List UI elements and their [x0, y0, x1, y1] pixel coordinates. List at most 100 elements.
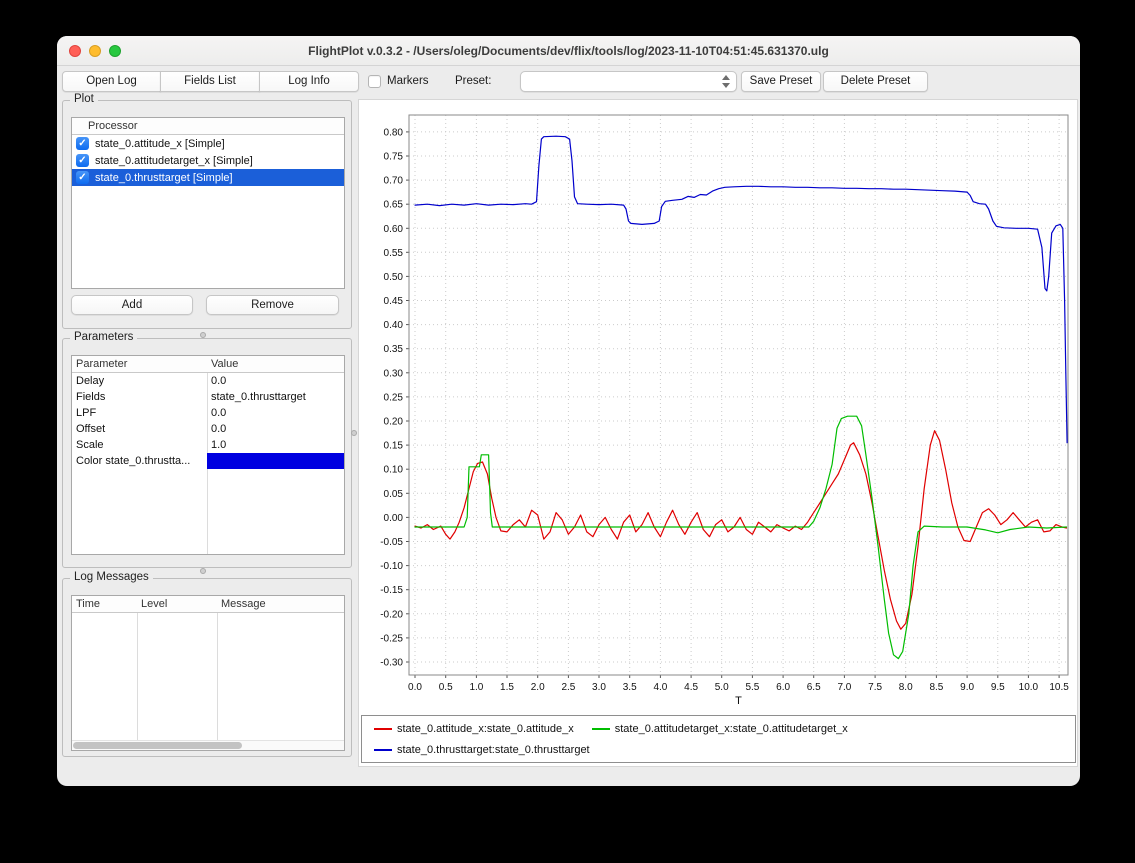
- minimize-window-button[interactable]: [89, 45, 101, 57]
- series-checkbox[interactable]: ✓: [76, 171, 89, 184]
- parameter-value: 1.0: [211, 437, 226, 453]
- save-preset-button[interactable]: Save Preset: [741, 71, 821, 92]
- svg-text:0.30: 0.30: [384, 368, 404, 379]
- parameter-row[interactable]: Scale 1.0: [72, 437, 344, 453]
- delete-preset-button[interactable]: Delete Preset: [823, 71, 928, 92]
- scrollbar-thumb[interactable]: [73, 742, 242, 749]
- parameter-value: 0.0: [211, 421, 226, 437]
- parameter-row[interactable]: Delay0.0: [72, 373, 344, 389]
- svg-text:0.75: 0.75: [384, 152, 404, 163]
- plot-series-row[interactable]: ✓ state_0.thrusttarget [Simple]: [72, 169, 344, 186]
- svg-text:7.0: 7.0: [837, 682, 851, 693]
- svg-text:-0.30: -0.30: [380, 658, 403, 669]
- splitpane-divider-handle[interactable]: [200, 332, 206, 338]
- log-info-button[interactable]: Log Info: [259, 71, 359, 92]
- processor-column-header: Processor: [88, 118, 138, 135]
- svg-text:0.15: 0.15: [384, 441, 404, 452]
- parameter-row[interactable]: Fieldsstate_0.thrusttarget: [72, 389, 344, 405]
- parameter-name: Scale: [76, 437, 104, 453]
- svg-text:T: T: [735, 695, 742, 707]
- svg-text:-0.20: -0.20: [380, 609, 403, 620]
- series-label: state_0.attitudetarget_x [Simple]: [95, 155, 253, 167]
- svg-text:0.5: 0.5: [439, 682, 453, 693]
- legend-label: state_0.attitude_x:state_0.attitude_x: [397, 723, 574, 735]
- title-bar[interactable]: FlightPlot v.0.3.2 - /Users/oleg/Documen…: [57, 36, 1080, 66]
- time-column-header: Time: [76, 596, 100, 613]
- splitpane-divider-handle[interactable]: [351, 430, 357, 436]
- plot-series-table[interactable]: Processor ✓state_0.attitude_x [Simple]✓s…: [71, 117, 345, 289]
- parameter-row[interactable]: LPF 0.0: [72, 405, 344, 421]
- svg-text:-0.25: -0.25: [380, 633, 403, 644]
- svg-text:0.25: 0.25: [384, 392, 404, 403]
- svg-text:0.10: 0.10: [384, 465, 404, 476]
- preset-combobox-value: [529, 72, 714, 91]
- svg-text:0.45: 0.45: [384, 296, 404, 307]
- svg-text:-0.10: -0.10: [380, 561, 403, 572]
- zoom-window-button[interactable]: [109, 45, 121, 57]
- log-table-header: Time Level Message: [72, 596, 344, 613]
- parameter-value: 0.0: [211, 405, 226, 421]
- message-column-header: Message: [221, 596, 266, 613]
- parameters-table-header: Parameter Value: [72, 356, 344, 373]
- parameter-name: Color state_0.thrustta...: [76, 453, 190, 469]
- window-title: FlightPlot v.0.3.2 - /Users/oleg/Documen…: [137, 36, 1000, 66]
- plot-table-header: Processor: [72, 118, 344, 135]
- svg-text:9.5: 9.5: [991, 682, 1005, 693]
- preset-label: Preset:: [455, 67, 491, 97]
- left-panel: Plot Processor ✓state_0.attitude_x [Simp…: [62, 100, 352, 757]
- svg-text:1.5: 1.5: [500, 682, 514, 693]
- plot-group: Plot Processor ✓state_0.attitude_x [Simp…: [62, 100, 352, 329]
- legend-line-sample: [374, 728, 392, 730]
- open-log-button[interactable]: Open Log: [62, 71, 161, 92]
- parameter-name: Delay: [76, 373, 104, 389]
- splitpane-divider-handle[interactable]: [200, 568, 206, 574]
- svg-text:0.50: 0.50: [384, 272, 404, 283]
- svg-text:1.0: 1.0: [469, 682, 483, 693]
- horizontal-scrollbar[interactable]: [72, 740, 344, 750]
- parameters-table[interactable]: Parameter Value Delay0.0Fieldsstate_0.th…: [71, 355, 345, 555]
- legend-line-sample: [374, 749, 392, 751]
- legend-line-sample: [592, 728, 610, 730]
- svg-text:-0.05: -0.05: [380, 537, 403, 548]
- svg-text:8.5: 8.5: [929, 682, 943, 693]
- svg-text:3.0: 3.0: [592, 682, 606, 693]
- legend-item: state_0.attitudetarget_x:state_0.attitud…: [592, 719, 848, 738]
- parameter-row[interactable]: Color state_0.thrustta...: [72, 453, 344, 469]
- svg-text:0.70: 0.70: [384, 176, 404, 187]
- close-window-button[interactable]: [69, 45, 81, 57]
- svg-text:0.00: 0.00: [384, 513, 404, 524]
- plot-series-row[interactable]: ✓ state_0.attitudetarget_x [Simple]: [72, 152, 344, 169]
- svg-text:5.5: 5.5: [745, 682, 759, 693]
- svg-text:8.0: 8.0: [899, 682, 913, 693]
- parameter-column-header: Parameter: [76, 356, 127, 373]
- series-checkbox[interactable]: ✓: [76, 154, 89, 167]
- parameter-name: LPF: [76, 405, 96, 421]
- parameters-group-title: Parameters: [70, 331, 137, 343]
- series-checkbox[interactable]: ✓: [76, 137, 89, 150]
- combobox-stepper-icon: [721, 75, 731, 88]
- markers-checkbox[interactable]: [368, 75, 381, 88]
- plot-series-row[interactable]: ✓state_0.attitude_x [Simple]: [72, 135, 344, 152]
- column-divider: [137, 596, 138, 750]
- chart-svg[interactable]: 0.800.750.700.650.600.550.500.450.400.35…: [361, 103, 1077, 709]
- svg-text:9.0: 9.0: [960, 682, 974, 693]
- preset-combobox[interactable]: [520, 71, 737, 92]
- parameter-value: state_0.thrusttarget: [211, 389, 306, 405]
- series-label: state_0.thrusttarget [Simple]: [95, 172, 233, 184]
- svg-text:0.80: 0.80: [384, 127, 404, 138]
- plot-group-title: Plot: [70, 93, 98, 105]
- remove-button[interactable]: Remove: [206, 295, 339, 315]
- fields-list-button[interactable]: Fields List: [160, 71, 260, 92]
- parameter-row[interactable]: Offset0.0: [72, 421, 344, 437]
- log-messages-table[interactable]: Time Level Message: [71, 595, 345, 751]
- legend-item: state_0.attitude_x:state_0.attitude_x: [374, 719, 574, 738]
- svg-text:-0.15: -0.15: [380, 585, 403, 596]
- chart-legend-box: state_0.attitude_x:state_0.attitude_x sta…: [361, 715, 1076, 763]
- svg-text:5.0: 5.0: [715, 682, 729, 693]
- add-button[interactable]: Add: [71, 295, 193, 315]
- svg-text:2.0: 2.0: [531, 682, 545, 693]
- svg-text:2.5: 2.5: [561, 682, 575, 693]
- parameters-table-body: Delay0.0Fieldsstate_0.thrusttargetLPF0.0…: [72, 373, 344, 469]
- chart-panel: 0.800.750.700.650.600.550.500.450.400.35…: [358, 99, 1078, 767]
- legend-label: state_0.attitudetarget_x:state_0.attitud…: [615, 723, 848, 735]
